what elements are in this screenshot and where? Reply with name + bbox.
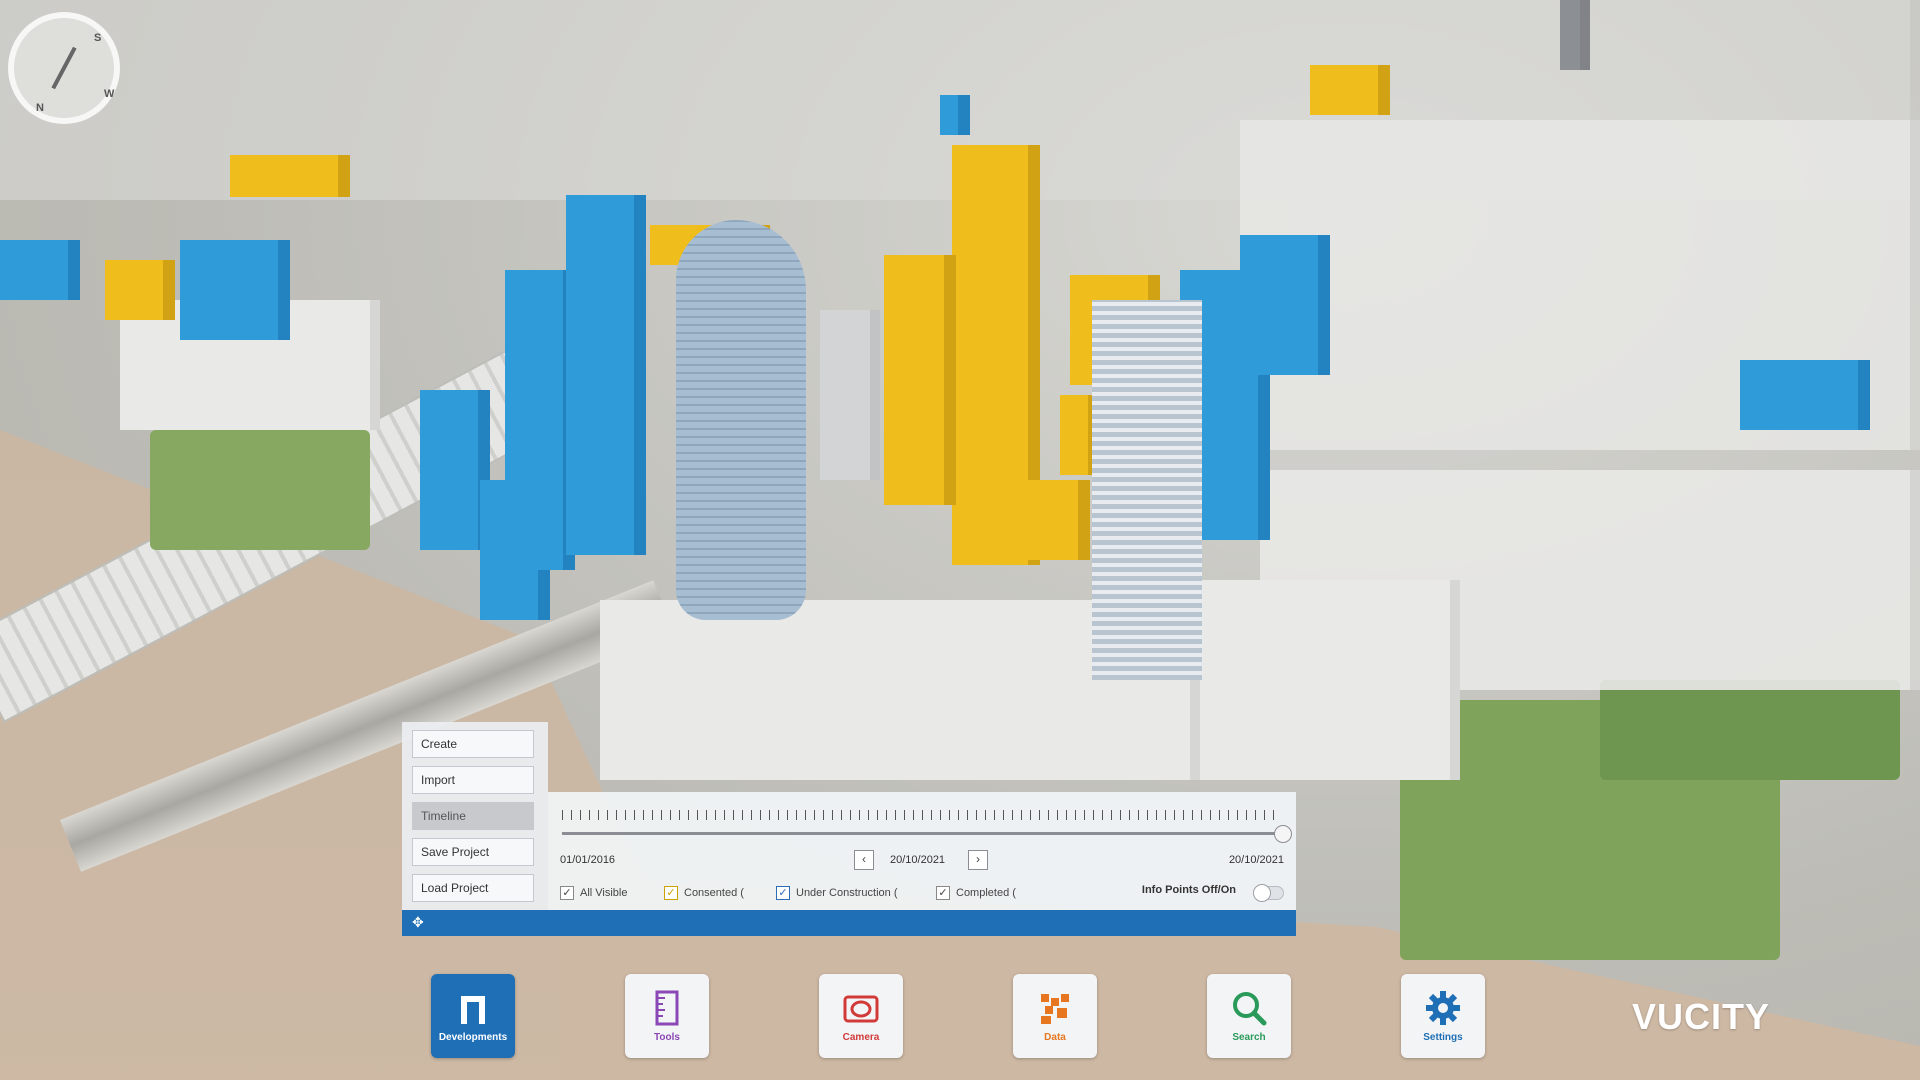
building [1200, 580, 1460, 780]
compass-needle-icon [51, 46, 77, 90]
import-button[interactable]: Import [412, 766, 534, 794]
camera-label: Camera [842, 1032, 880, 1043]
glass-tower [676, 220, 806, 620]
developments-icon [461, 996, 485, 1024]
settings-icon [1426, 991, 1460, 1025]
chevron-right-icon: › [976, 852, 980, 866]
tools-icon [655, 990, 679, 1026]
developments-label: Developments [438, 1032, 508, 1043]
developments-button[interactable]: Developments [431, 974, 515, 1058]
park [1600, 680, 1900, 780]
building-under-construction [940, 95, 970, 135]
filter-completed[interactable]: ✓ Completed ( [936, 886, 1016, 900]
building-under-construction [505, 270, 575, 570]
building-under-construction [1240, 235, 1330, 375]
compass-south-label: S [94, 32, 102, 44]
checkbox-all-visible[interactable]: ✓ [560, 886, 574, 900]
project-menu: Create Import Timeline Save Project Load… [402, 722, 548, 910]
timeline-ticks [562, 810, 1282, 820]
timeline-end-date: 20/10/2021 [1228, 854, 1284, 866]
data-button[interactable]: Data [1013, 974, 1097, 1058]
building [1560, 0, 1590, 70]
park [150, 430, 370, 550]
timeline-slider[interactable] [562, 825, 1292, 843]
building-consented [105, 260, 175, 320]
building-consented [884, 255, 956, 505]
timeline-slider-handle[interactable] [1274, 825, 1292, 843]
settings-label: Settings [1423, 1032, 1463, 1043]
panel-footer-bar[interactable]: ✥ [402, 910, 1296, 936]
settings-button[interactable]: Settings [1401, 974, 1485, 1058]
timeline-panel: 01/01/2016 ‹ 20/10/2021 › 20/10/2021 ✓ A… [548, 792, 1296, 910]
create-button[interactable]: Create [412, 730, 534, 758]
building-under-construction [566, 195, 646, 555]
timeline-start-date: 01/01/2016 [560, 854, 616, 866]
info-points-toggle[interactable] [1253, 884, 1284, 902]
vucity-logo: VUCITY [1632, 996, 1771, 1037]
compass[interactable]: S W N [8, 12, 120, 124]
filter-label: Under Construction ( [796, 887, 898, 899]
building-under-construction [1740, 360, 1870, 430]
camera-icon [843, 995, 879, 1023]
save-project-button[interactable]: Save Project [412, 838, 534, 866]
filter-consented[interactable]: ✓ Consented ( [664, 886, 744, 900]
filter-label: Consented ( [684, 887, 744, 899]
building-consented [1310, 65, 1390, 115]
building-consented [1004, 480, 1090, 560]
checkbox-consented[interactable]: ✓ [664, 886, 678, 900]
data-icon [1041, 994, 1069, 1024]
search-button[interactable]: Search [1207, 974, 1291, 1058]
move-handle-icon[interactable]: ✥ [412, 914, 424, 931]
data-label: Data [1044, 1032, 1066, 1043]
filter-label: All Visible [580, 887, 628, 899]
checkbox-completed[interactable]: ✓ [936, 886, 950, 900]
load-project-button[interactable]: Load Project [412, 874, 534, 902]
chevron-left-icon: ‹ [862, 852, 866, 866]
building-under-construction [0, 240, 80, 300]
next-date-button[interactable]: › [968, 850, 988, 870]
checkbox-under-construction[interactable]: ✓ [776, 886, 790, 900]
info-points-label: Info Points Off/On [1141, 884, 1236, 896]
compass-west-label: W [104, 88, 115, 100]
timeline-button[interactable]: Timeline [412, 802, 534, 830]
compass-north-label: N [36, 102, 44, 114]
building-consented [230, 155, 350, 197]
filter-all-visible[interactable]: ✓ All Visible [560, 886, 628, 900]
tools-button[interactable]: Tools [625, 974, 709, 1058]
building [820, 310, 880, 480]
filter-label: Completed ( [956, 887, 1016, 899]
search-icon [1233, 992, 1267, 1026]
camera-button[interactable]: Camera [819, 974, 903, 1058]
timeline-current-date: 20/10/2021 [890, 854, 946, 866]
grid-tower [1092, 300, 1202, 680]
previous-date-button[interactable]: ‹ [854, 850, 874, 870]
search-label: Search [1232, 1032, 1266, 1043]
building-under-construction [180, 240, 290, 340]
tools-label: Tools [654, 1032, 680, 1043]
toggle-knob [1253, 884, 1271, 902]
filter-under-construction[interactable]: ✓ Under Construction ( [776, 886, 898, 900]
